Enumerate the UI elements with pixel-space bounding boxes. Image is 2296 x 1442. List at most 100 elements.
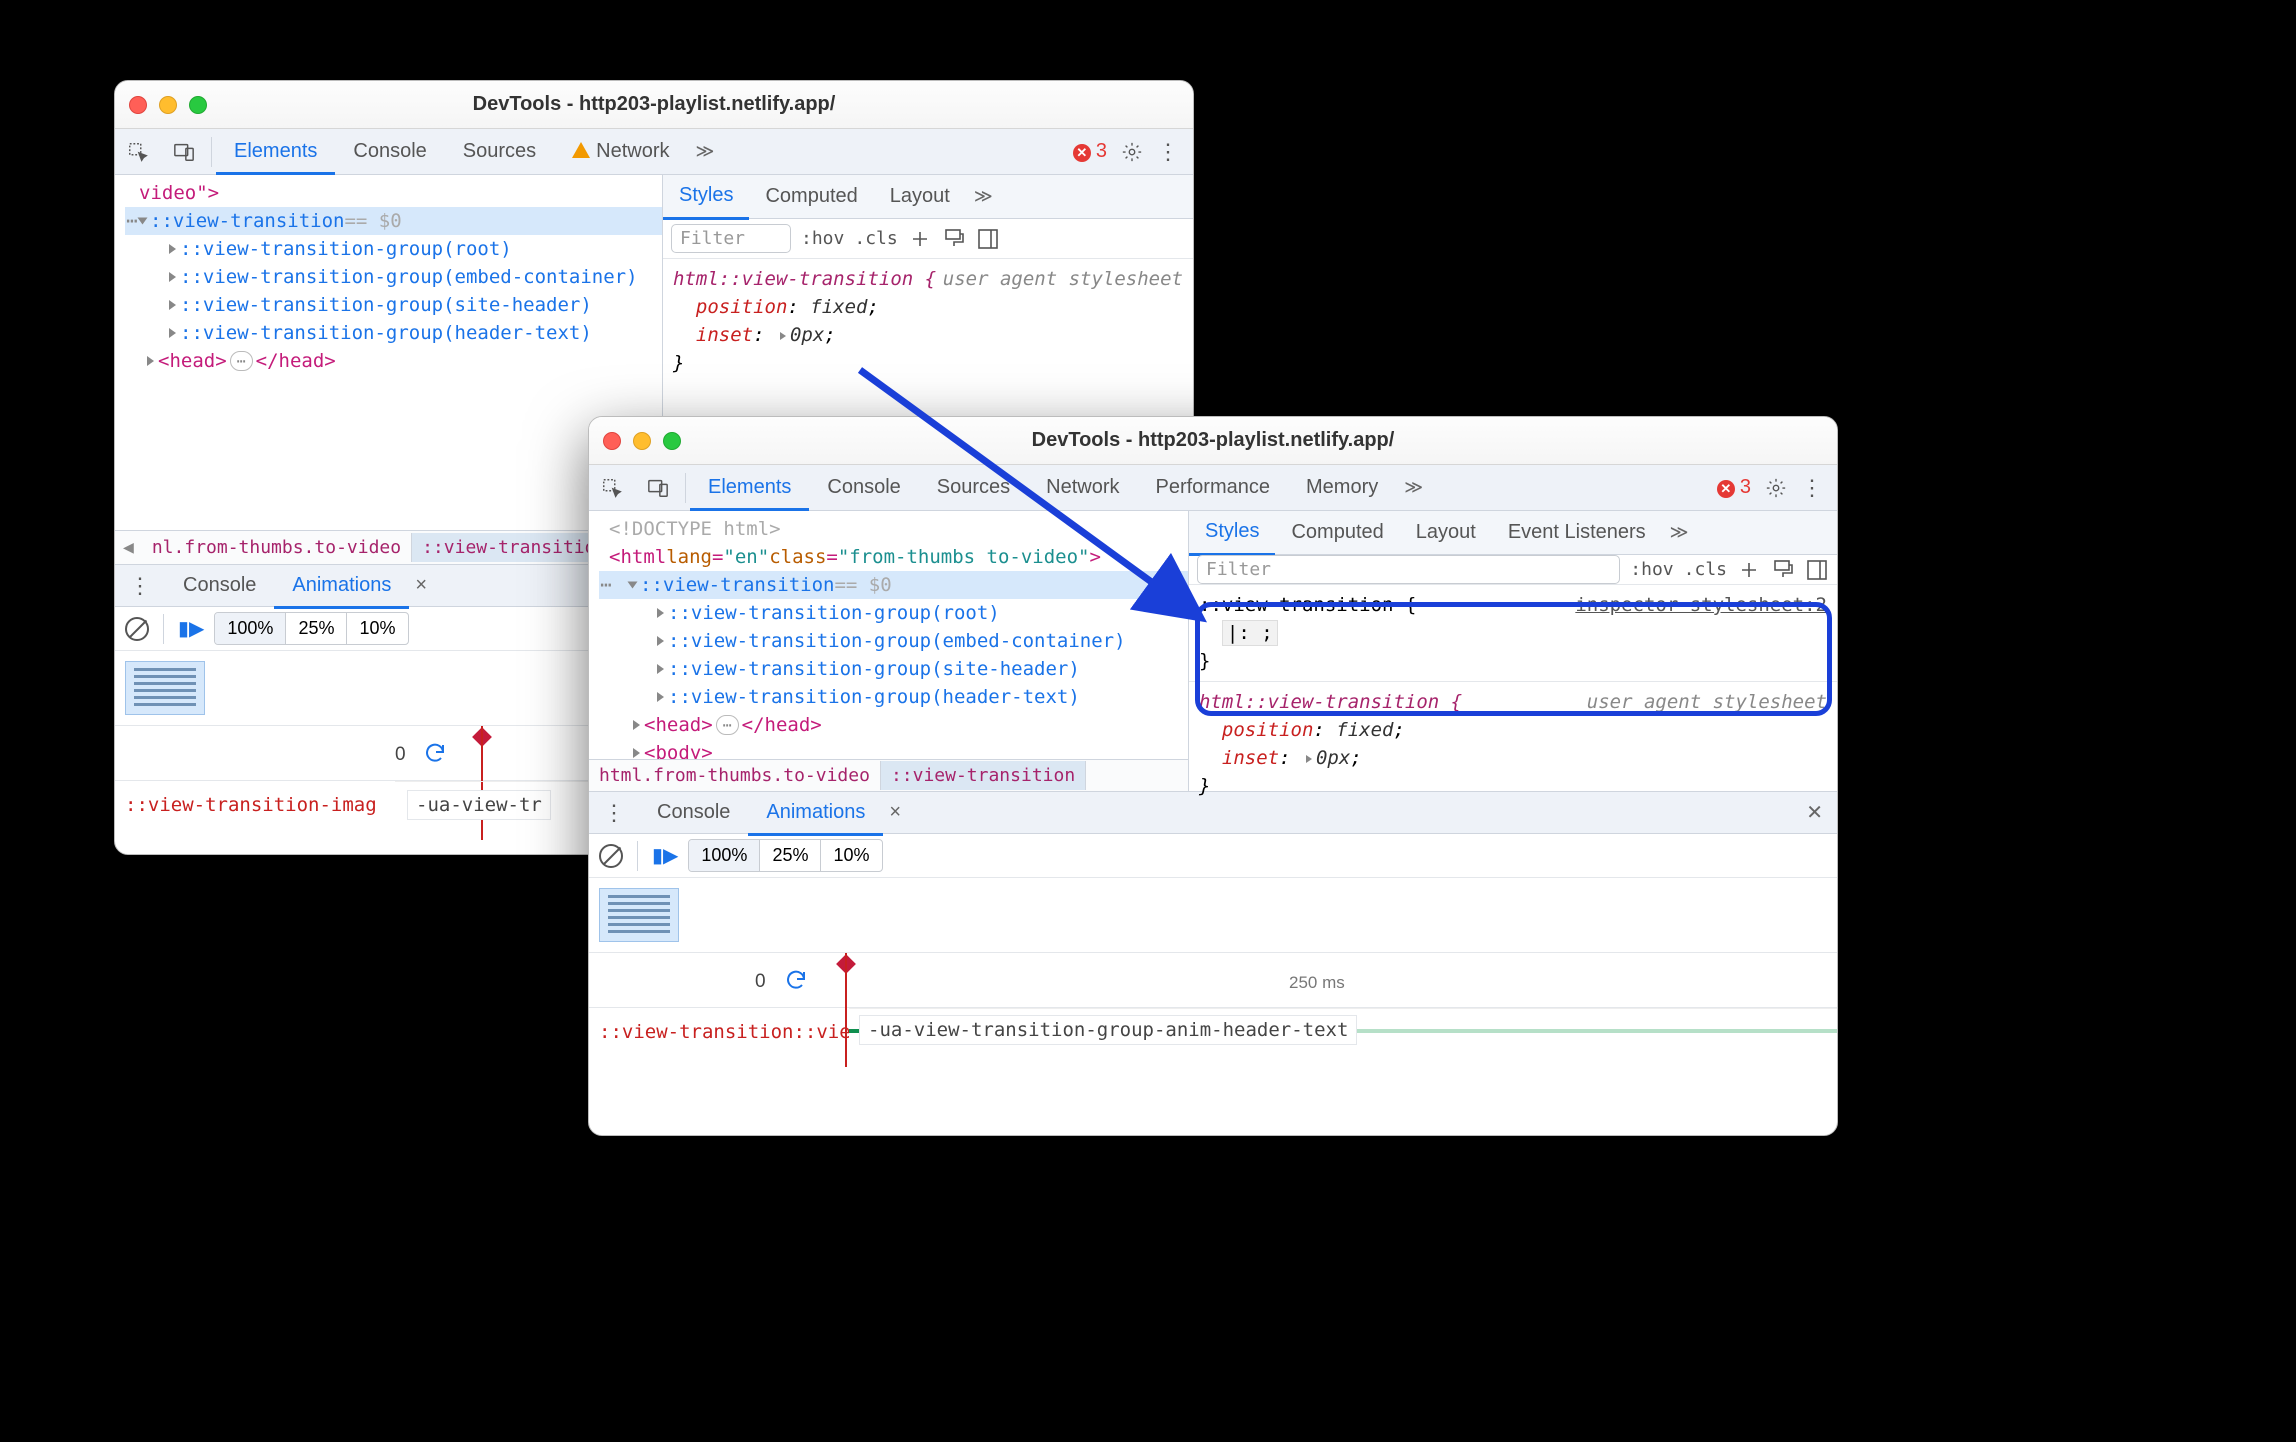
dom-tree[interactable]: video"> ⋯::view-transition == $0 ::view-… (115, 175, 662, 379)
tab-elements[interactable]: Elements (690, 465, 809, 511)
styles-tabs: Styles Computed Layout ≫ (663, 175, 1193, 219)
tab-sources[interactable]: Sources (919, 465, 1028, 511)
more-styles-tabs-icon[interactable]: ≫ (966, 186, 1001, 207)
tab-styles[interactable]: Styles (1189, 510, 1275, 556)
styles-rule-2[interactable]: user agent stylesheet html::view-transit… (1189, 682, 1837, 806)
tab-elements[interactable]: Elements (216, 129, 335, 175)
styles-tabs: Styles Computed Layout Event Listeners ≫ (1189, 511, 1837, 555)
animation-thumbnail[interactable] (125, 661, 205, 715)
breadcrumb[interactable]: ◀ nl.from-thumbs.to-video ::view-transit… (115, 530, 662, 564)
tab-network[interactable]: Network (554, 129, 687, 175)
animation-label: -ua-view-tr (407, 790, 551, 820)
animations-toolbar: ▮▶ 100% 25% 10% (589, 834, 1837, 878)
play-icon[interactable]: ▮▶ (178, 616, 204, 641)
speed-100[interactable]: 100% (689, 840, 760, 871)
editable-declaration[interactable]: |: ; (1222, 620, 1278, 646)
close-drawer-tab-icon[interactable]: × (883, 801, 907, 824)
settings-icon[interactable] (1765, 477, 1787, 499)
clear-icon[interactable] (125, 617, 149, 641)
close-button[interactable] (129, 96, 147, 114)
drawer-menu-icon[interactable]: ⋮ (589, 800, 639, 826)
more-styles-tabs-icon[interactable]: ≫ (1662, 522, 1697, 543)
speed-segment[interactable]: 100% 25% 10% (688, 839, 882, 872)
panel-icon[interactable] (976, 227, 1000, 251)
tab-computed[interactable]: Computed (749, 174, 873, 220)
filter-input[interactable]: Filter (671, 224, 791, 253)
crumb-selected[interactable]: ::view-transition (880, 761, 1086, 790)
main-tabs: Elements Console Sources Network Perform… (589, 465, 1837, 511)
speed-25[interactable]: 25% (286, 613, 347, 644)
source-link[interactable]: user agent stylesheet (943, 265, 1183, 293)
close-button[interactable] (603, 432, 621, 450)
tab-memory[interactable]: Memory (1288, 465, 1396, 511)
animation-thumbnail[interactable] (599, 888, 679, 942)
settings-icon[interactable] (1121, 141, 1143, 163)
tab-network[interactable]: Network (1028, 465, 1137, 511)
timeline[interactable]: 0 250 ms (589, 952, 1837, 1008)
speed-segment[interactable]: 100% 25% 10% (214, 612, 408, 645)
source-link[interactable]: user agent stylesheet (1587, 688, 1827, 716)
speed-25[interactable]: 25% (760, 840, 821, 871)
inspect-icon[interactable] (589, 465, 635, 511)
replay-icon[interactable] (784, 968, 808, 992)
speed-10[interactable]: 10% (821, 840, 881, 871)
tab-sources[interactable]: Sources (445, 129, 554, 175)
minimize-button[interactable] (633, 432, 651, 450)
tab-event-listeners[interactable]: Event Listeners (1492, 510, 1662, 556)
animation-row[interactable]: ::view-transition::vie -ua-view-transiti… (589, 1008, 1837, 1056)
paint-icon[interactable] (1771, 558, 1795, 582)
new-rule-icon[interactable] (908, 227, 932, 251)
styles-panel[interactable]: user agent stylesheet html::view-transit… (663, 259, 1193, 383)
hov-toggle[interactable]: :hov (1630, 559, 1673, 580)
play-icon[interactable]: ▮▶ (652, 843, 678, 868)
tab-styles[interactable]: Styles (663, 174, 749, 220)
minimize-button[interactable] (159, 96, 177, 114)
new-rule-icon[interactable] (1737, 558, 1761, 582)
inspector-source-link[interactable]: inspector-stylesheet:2 (1575, 591, 1827, 619)
tab-console[interactable]: Console (335, 129, 444, 175)
more-tabs-icon[interactable]: ≫ (688, 141, 723, 162)
devtools-window-2: DevTools - http203-playlist.netlify.app/… (588, 416, 1838, 1136)
zoom-button[interactable] (189, 96, 207, 114)
speed-100[interactable]: 100% (215, 613, 286, 644)
tab-computed[interactable]: Computed (1275, 510, 1399, 556)
inspect-icon[interactable] (115, 129, 161, 175)
drawer-tab-console[interactable]: Console (639, 790, 748, 836)
close-drawer-tab-icon[interactable]: × (409, 574, 433, 597)
drawer-tab-animations[interactable]: Animations (748, 790, 883, 836)
drawer-tab-animations[interactable]: Animations (274, 563, 409, 609)
tab-performance[interactable]: Performance (1138, 465, 1289, 511)
crumb-html[interactable]: html.from-thumbs.to-video (589, 761, 880, 790)
crumb-prev-icon[interactable]: ◀ (115, 537, 142, 558)
speed-10[interactable]: 10% (347, 613, 407, 644)
device-icon[interactable] (161, 129, 207, 175)
panel-icon[interactable] (1805, 558, 1829, 582)
replay-icon[interactable] (423, 741, 447, 765)
more-tabs-icon[interactable]: ≫ (1396, 477, 1431, 498)
paint-icon[interactable] (942, 227, 966, 251)
breadcrumb[interactable]: html.from-thumbs.to-video ::view-transit… (589, 759, 1188, 791)
drawer-menu-icon[interactable]: ⋮ (115, 573, 165, 599)
filter-input[interactable]: Filter (1197, 555, 1620, 584)
drawer-tab-console[interactable]: Console (165, 563, 274, 609)
error-badge[interactable]: ✕3 (1717, 476, 1765, 499)
styles-rule-1[interactable]: inspector-stylesheet:2 ::view-transition… (1189, 585, 1837, 682)
cls-toggle[interactable]: .cls (854, 228, 897, 249)
menu-icon[interactable]: ⋮ (1787, 475, 1837, 501)
crumb-selected[interactable]: ::view-transition (411, 533, 617, 562)
dom-tree[interactable]: <!DOCTYPE html> <html lang="en" class="f… (589, 511, 1188, 759)
animation-label: -ua-view-transition-group-anim-header-te… (859, 1015, 1357, 1045)
cls-toggle[interactable]: .cls (1684, 559, 1727, 580)
warning-icon (572, 142, 590, 158)
device-icon[interactable] (635, 465, 681, 511)
tab-layout[interactable]: Layout (874, 174, 966, 220)
zoom-button[interactable] (663, 432, 681, 450)
hov-toggle[interactable]: :hov (801, 228, 844, 249)
tab-layout[interactable]: Layout (1400, 510, 1492, 556)
crumb-html[interactable]: nl.from-thumbs.to-video (142, 533, 411, 562)
window-title: DevTools - http203-playlist.netlify.app/ (1032, 429, 1395, 452)
menu-icon[interactable]: ⋮ (1143, 139, 1193, 165)
error-badge[interactable]: ✕3 (1073, 140, 1121, 163)
clear-icon[interactable] (599, 844, 623, 868)
tab-console[interactable]: Console (809, 465, 918, 511)
